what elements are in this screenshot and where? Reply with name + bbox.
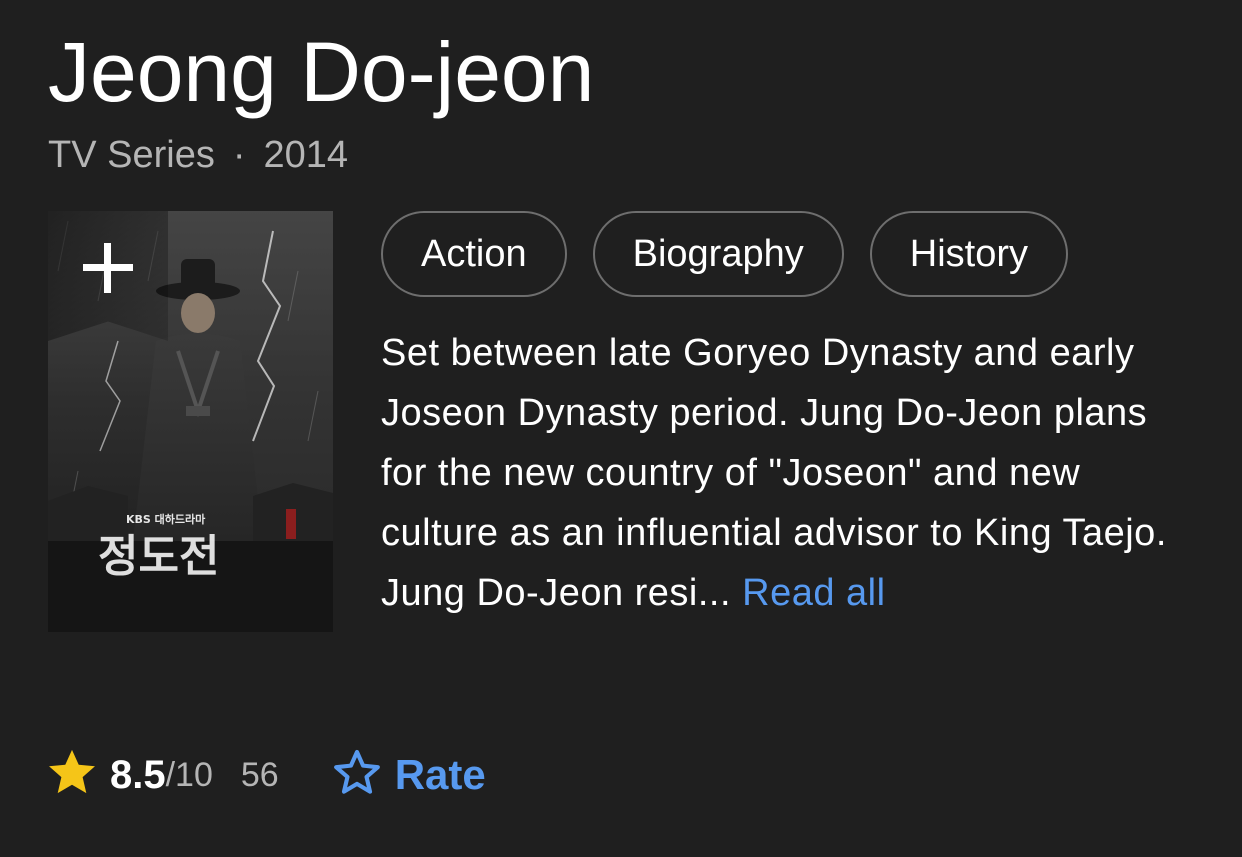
add-to-watchlist-button[interactable] bbox=[48, 211, 168, 341]
rating-row: 8.5/10 56 Rate bbox=[46, 745, 486, 805]
rate-button[interactable]: Rate bbox=[331, 748, 486, 803]
plus-icon bbox=[83, 243, 133, 293]
genre-chip-biography[interactable]: Biography bbox=[592, 211, 844, 297]
rating-scale: /10 bbox=[165, 755, 213, 794]
title-metadata: TV Series · 2014 bbox=[48, 132, 348, 178]
read-all-link[interactable]: Read all bbox=[742, 572, 885, 614]
meta-separator: · bbox=[232, 134, 246, 176]
poster-broadcaster-text: KBS 대하드라마 bbox=[126, 512, 206, 526]
star-filled-icon bbox=[46, 748, 98, 803]
rating-vote-count: 56 bbox=[240, 755, 279, 794]
genre-chips: Action Biography History bbox=[381, 211, 1068, 297]
rate-label: Rate bbox=[394, 751, 486, 798]
genre-chip-history[interactable]: History bbox=[869, 211, 1068, 297]
title-type[interactable]: TV Series bbox=[48, 134, 215, 176]
poster-calligraphy-text: 정도전 bbox=[98, 531, 219, 582]
genre-chip-action[interactable]: Action bbox=[381, 211, 567, 297]
poster-image[interactable]: KBS 대하드라마 정도전 bbox=[48, 211, 333, 632]
rating-score: 8.5 bbox=[110, 752, 166, 797]
page-title: Jeong Do-jeon bbox=[48, 25, 595, 119]
plot-summary[interactable]: Set between late Goryeo Dynasty and earl… bbox=[381, 323, 1201, 623]
star-outline-icon bbox=[331, 748, 383, 803]
title-overview: Jeong Do-jeon TV Series · 2014 KBS 대하드라마… bbox=[0, 0, 1242, 857]
release-year[interactable]: 2014 bbox=[263, 134, 348, 176]
